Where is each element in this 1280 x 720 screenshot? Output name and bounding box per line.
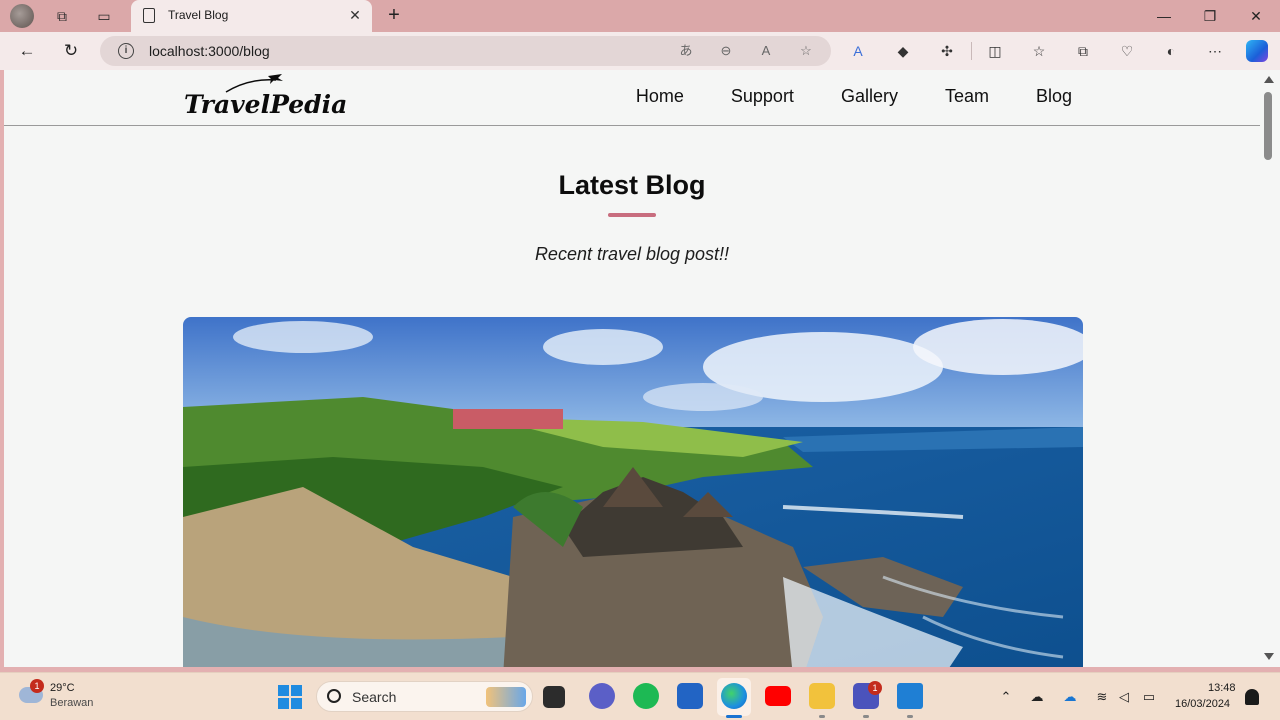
- translator-extension-icon[interactable]: A: [848, 41, 868, 61]
- running-indicator: [907, 715, 913, 718]
- weather-condition[interactable]: Berawan: [50, 697, 93, 709]
- minimize-button[interactable]: —: [1153, 6, 1175, 26]
- clock-date[interactable]: 16/03/2024: [1175, 698, 1230, 710]
- site-nav: Home Support Gallery Team Blog: [636, 86, 1072, 107]
- tab-travel-blog[interactable]: Travel Blog ✕: [131, 0, 372, 32]
- youtube-icon[interactable]: [765, 686, 791, 706]
- title-underline: [608, 213, 656, 217]
- taskbar-search[interactable]: Search: [316, 681, 533, 712]
- weather-badge: 1: [30, 679, 44, 693]
- favorite-star-icon[interactable]: ☆: [797, 42, 815, 60]
- split-screen-icon[interactable]: ◫: [985, 41, 1005, 61]
- page-icon: [143, 8, 155, 23]
- nav-team[interactable]: Team: [945, 86, 989, 107]
- page-subtitle: Recent travel blog post!!: [534, 244, 730, 264]
- restore-button[interactable]: ❐: [1199, 6, 1221, 26]
- clock-time[interactable]: 13:48: [1208, 682, 1236, 694]
- toolbar-divider: [971, 42, 972, 60]
- tab-title: Travel Blog: [168, 8, 229, 22]
- weather-temperature[interactable]: 29°C: [50, 682, 75, 694]
- chevron-up-icon[interactable]: ⌃: [997, 688, 1015, 706]
- extension-icon[interactable]: ◆: [893, 41, 913, 61]
- search-icon: [327, 689, 341, 703]
- collections-icon[interactable]: ⧉: [1073, 41, 1093, 61]
- travelpedia-logo[interactable]: TravelPedia: [184, 72, 347, 124]
- close-tab-icon[interactable]: ✕: [346, 6, 364, 24]
- browser-essentials-icon[interactable]: ♡: [1117, 41, 1137, 61]
- spotify-icon[interactable]: [633, 683, 659, 709]
- page-title: Latest Blog: [558, 170, 706, 200]
- refresh-button[interactable]: ↻: [60, 40, 82, 62]
- zoom-out-icon[interactable]: ⊖: [717, 42, 735, 60]
- onedrive-icon[interactable]: ☁: [1061, 688, 1079, 706]
- read-aloud-icon[interactable]: A: [757, 42, 775, 60]
- search-highlight-icon: [486, 687, 526, 707]
- address-bar[interactable]: i localhost:3000/blog あ ⊖ A ☆: [100, 36, 831, 66]
- task-view-icon[interactable]: [543, 686, 565, 708]
- page-scrollbar[interactable]: [1260, 70, 1280, 667]
- edge-browser-icon[interactable]: [721, 683, 747, 709]
- browser-title-bar: ⧉ ▭ Travel Blog ✕ + — ❐ ✕: [0, 0, 1280, 32]
- back-button[interactable]: ←: [16, 40, 38, 62]
- scroll-down-arrow-icon[interactable]: [1264, 653, 1274, 660]
- page-viewport: TravelPedia Home Support Gallery Team Bl…: [4, 70, 1260, 667]
- store-icon[interactable]: [677, 683, 703, 709]
- blog-hero-image[interactable]: [183, 317, 1083, 667]
- logo-text: TravelPedia: [184, 90, 348, 119]
- browser-toolbar: ← ↻ i localhost:3000/blog あ ⊖ A ☆ A ◆ ✣ …: [0, 32, 1280, 70]
- active-indicator: [726, 715, 742, 718]
- more-menu-icon[interactable]: ⋯: [1205, 41, 1225, 61]
- battery-icon[interactable]: ▭: [1140, 688, 1158, 706]
- favorites-icon[interactable]: ☆: [1029, 41, 1049, 61]
- extensions-puzzle-icon[interactable]: ✣: [937, 41, 957, 61]
- translate-icon[interactable]: あ: [677, 42, 695, 60]
- wifi-icon[interactable]: ≋: [1093, 688, 1111, 706]
- nav-gallery[interactable]: Gallery: [841, 86, 898, 107]
- windows-taskbar: 1 29°C Berawan Search 1 ⌃ ☁ ☁ ≋ ◁ ▭ 13:4…: [0, 672, 1280, 720]
- notification-bell-icon[interactable]: [1245, 689, 1259, 705]
- site-header: TravelPedia Home Support Gallery Team Bl…: [4, 70, 1260, 126]
- workspaces-icon[interactable]: ⧉: [52, 6, 72, 26]
- running-indicator: [863, 715, 869, 718]
- nav-home[interactable]: Home: [636, 86, 684, 107]
- site-info-icon[interactable]: i: [118, 43, 134, 59]
- search-label: Search: [352, 689, 397, 705]
- scroll-thumb[interactable]: [1264, 92, 1272, 160]
- chat-app-icon[interactable]: [589, 683, 615, 709]
- new-tab-button[interactable]: +: [383, 4, 405, 26]
- nav-blog[interactable]: Blog: [1036, 86, 1072, 107]
- nav-support[interactable]: Support: [731, 86, 794, 107]
- teams-badge: 1: [868, 681, 882, 695]
- profile-avatar[interactable]: [10, 4, 34, 28]
- scroll-up-arrow-icon[interactable]: [1264, 76, 1274, 83]
- running-indicator: [819, 715, 825, 718]
- tab-actions-icon[interactable]: ▭: [94, 6, 114, 26]
- vscode-icon[interactable]: [897, 683, 923, 709]
- volume-icon[interactable]: ◁: [1115, 688, 1133, 706]
- url-text[interactable]: localhost:3000/blog: [149, 43, 270, 59]
- file-explorer-icon[interactable]: [809, 683, 835, 709]
- coastal-temple-image: [183, 317, 1083, 667]
- start-button[interactable]: [278, 685, 302, 709]
- sync-cloud-icon[interactable]: ☁: [1028, 688, 1046, 706]
- performance-icon[interactable]: ◐: [1161, 41, 1181, 61]
- copilot-icon[interactable]: [1246, 40, 1268, 62]
- close-window-button[interactable]: ✕: [1245, 6, 1267, 26]
